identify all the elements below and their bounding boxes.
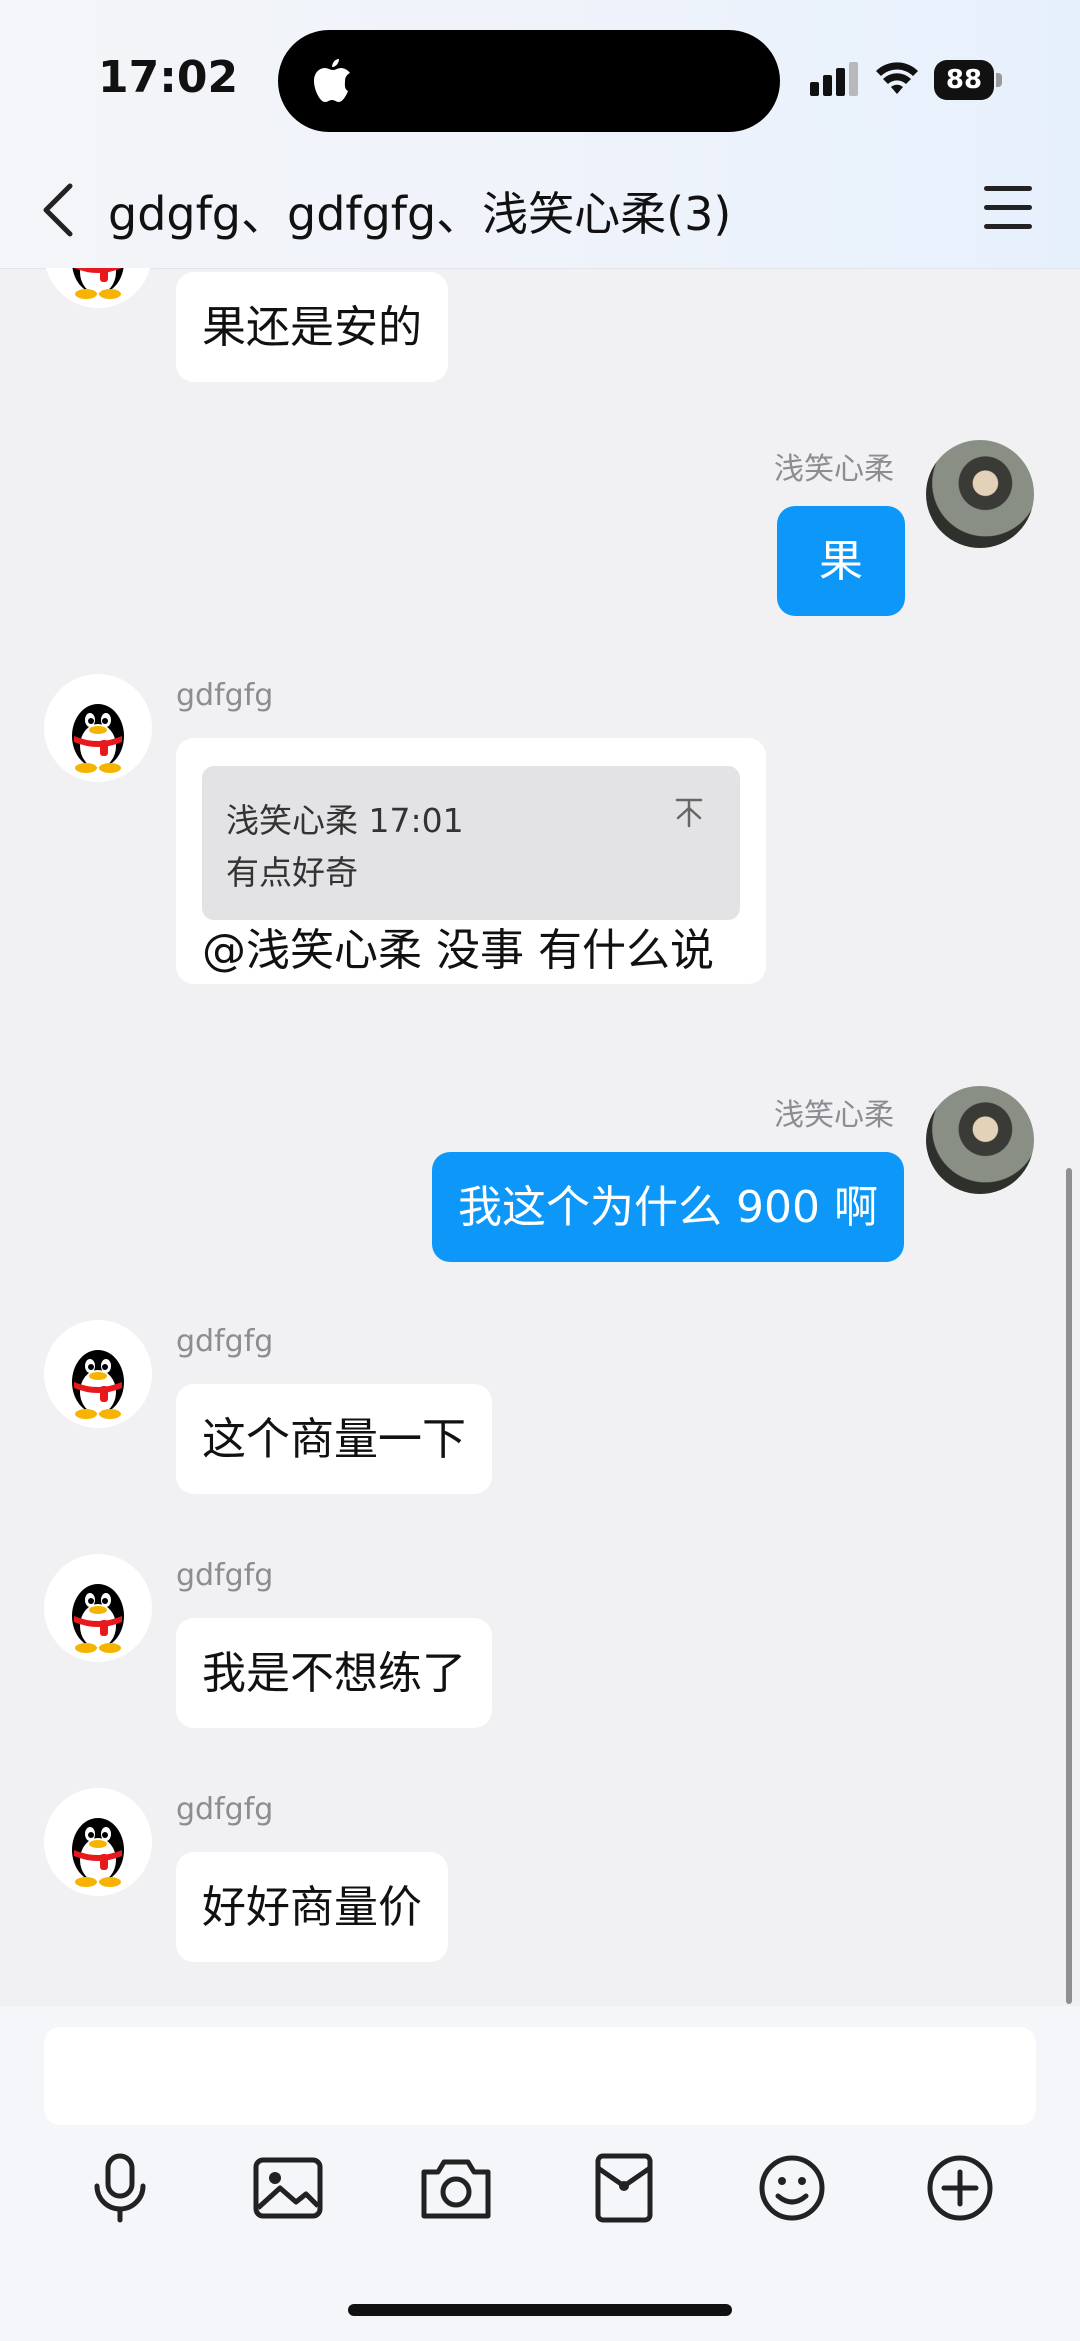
emoji-icon[interactable]: [752, 2148, 832, 2228]
message-text: @浅笑心柔 没事 有什么说: [202, 925, 714, 976]
home-indicator[interactable]: [348, 2304, 732, 2316]
scrollbar[interactable]: [1066, 1168, 1072, 2004]
sender-name: gdfgfg: [176, 1558, 274, 1593]
battery-indicator: 88: [934, 60, 1004, 102]
chat-title: gdgfg、gdfgfg、浅笑心柔(3): [108, 187, 732, 241]
penguin-icon: [72, 704, 124, 773]
avatar-self[interactable]: [926, 1086, 1034, 1194]
image-icon[interactable]: [248, 2148, 328, 2228]
pin-icon: [675, 798, 703, 828]
quoted-message[interactable]: 浅笑心柔 17:01 有点好奇: [202, 766, 740, 920]
sender-name: 浅笑心柔: [774, 452, 894, 487]
quote-text: 有点好奇: [226, 853, 358, 892]
penguin-icon: [72, 1584, 124, 1653]
penguin-icon: [72, 268, 124, 299]
avatar-qq-penguin[interactable]: [44, 268, 152, 308]
sender-name: gdfgfg: [176, 1792, 274, 1827]
status-time: 17:02: [98, 52, 239, 103]
message-list[interactable]: 果还是安的 浅笑心柔 果 gdfgfg 浅笑心柔 17:01 有点好奇 @浅笑心…: [0, 268, 1080, 2006]
quote-author-time: 浅笑心柔 17:01: [226, 801, 464, 840]
message-bubble[interactable]: 这个商量一下: [176, 1384, 492, 1494]
message-bubble-with-quote[interactable]: 浅笑心柔 17:01 有点好奇 @浅笑心柔 没事 有什么说: [176, 738, 766, 984]
message-bubble[interactable]: 果还是安的: [176, 272, 448, 382]
avatar-qq-penguin[interactable]: [44, 1788, 152, 1896]
message-input[interactable]: [44, 2027, 1036, 2125]
avatar-qq-penguin[interactable]: [44, 1554, 152, 1662]
wifi-icon: [876, 62, 918, 94]
message-bubble[interactable]: 好好商量价: [176, 1852, 448, 1962]
battery-level: 88: [934, 60, 994, 100]
penguin-icon: [72, 1818, 124, 1887]
menu-icon[interactable]: [984, 186, 1032, 230]
avatar-self[interactable]: [926, 440, 1034, 548]
avatar-qq-penguin[interactable]: [44, 674, 152, 782]
camera-icon[interactable]: [416, 2148, 496, 2228]
plus-icon[interactable]: [920, 2148, 1000, 2228]
avatar-qq-penguin[interactable]: [44, 1320, 152, 1428]
sender-name: 浅笑心柔: [774, 1098, 894, 1133]
cellular-signal-icon: [810, 62, 858, 96]
apple-icon: [314, 59, 350, 102]
sender-name: gdfgfg: [176, 1324, 274, 1359]
battery-tip: [996, 73, 1002, 87]
message-bubble-mine[interactable]: 我这个为什么 900 啊: [432, 1152, 904, 1262]
penguin-icon: [72, 1350, 124, 1419]
red-packet-icon[interactable]: [584, 2148, 664, 2228]
top-bar: 17:02 88 gdgfg、gdfgfg、浅笑心柔(3): [0, 0, 1080, 269]
message-bubble[interactable]: 我是不想练了: [176, 1618, 492, 1728]
message-bubble-mine[interactable]: 果: [777, 506, 905, 616]
sender-name: gdfgfg: [176, 678, 274, 713]
back-chevron-icon[interactable]: [38, 182, 78, 238]
dynamic-island: [278, 30, 780, 132]
microphone-icon[interactable]: [80, 2148, 160, 2228]
